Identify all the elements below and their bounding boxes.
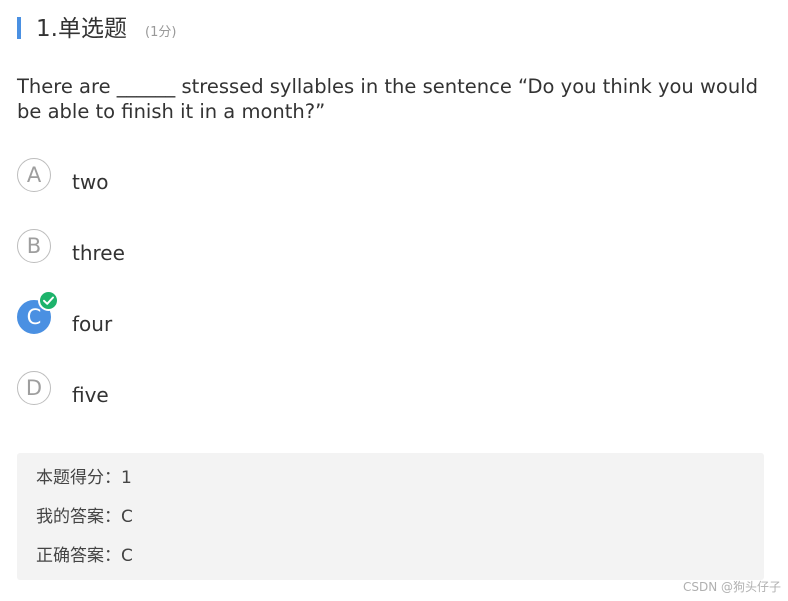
option-a[interactable]: A two: [17, 158, 417, 198]
question-score: (1分): [145, 25, 177, 40]
correct-answer-line: 正确答案：C: [36, 546, 133, 566]
option-d-label: five: [72, 383, 109, 407]
option-a-marker[interactable]: A: [17, 158, 51, 192]
option-c-label: four: [72, 312, 113, 336]
option-d[interactable]: D five: [17, 371, 417, 411]
title-accent-bar: [17, 17, 21, 39]
answer-result-panel: 本题得分：1 我的答案：C 正确答案：C: [17, 453, 764, 580]
my-answer-line: 我的答案：C: [36, 507, 133, 527]
option-c[interactable]: C four: [17, 290, 417, 340]
option-a-label: two: [72, 170, 109, 194]
checkmark-icon: [38, 290, 59, 311]
option-d-marker[interactable]: D: [17, 371, 51, 405]
watermark: CSDN @狗头仔子: [682, 580, 781, 594]
option-b-marker[interactable]: B: [17, 229, 51, 263]
question-text: There are ______ stressed syllables in t…: [17, 75, 759, 123]
score-line: 本题得分：1: [36, 468, 132, 488]
question-type-title: 1.单选题: [36, 16, 127, 42]
option-b-label: three: [72, 241, 125, 265]
option-b[interactable]: B three: [17, 229, 417, 269]
